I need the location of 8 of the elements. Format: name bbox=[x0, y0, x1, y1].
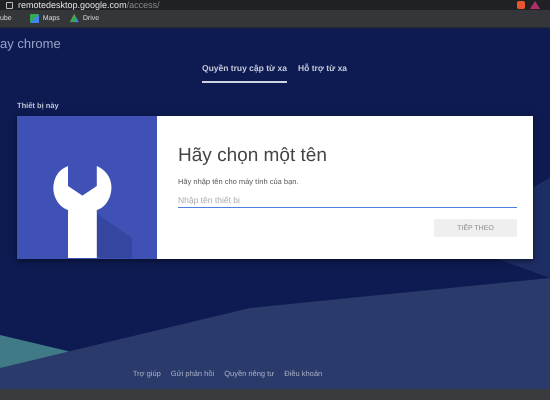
address-bar[interactable]: remotedesktop.google.com/access/ bbox=[0, 0, 550, 10]
tab[interactable]: Quyền truy cập từ xa bbox=[202, 61, 287, 83]
map-icon bbox=[30, 14, 39, 23]
tab[interactable]: Hỗ trợ từ xa bbox=[298, 61, 348, 83]
url-text: remotedesktop.google.com/access/ bbox=[18, 0, 160, 10]
page-title: ay chrome bbox=[0, 36, 62, 52]
card-title: Hãy chọn một tên bbox=[178, 144, 328, 168]
lock-icon bbox=[6, 2, 13, 8]
